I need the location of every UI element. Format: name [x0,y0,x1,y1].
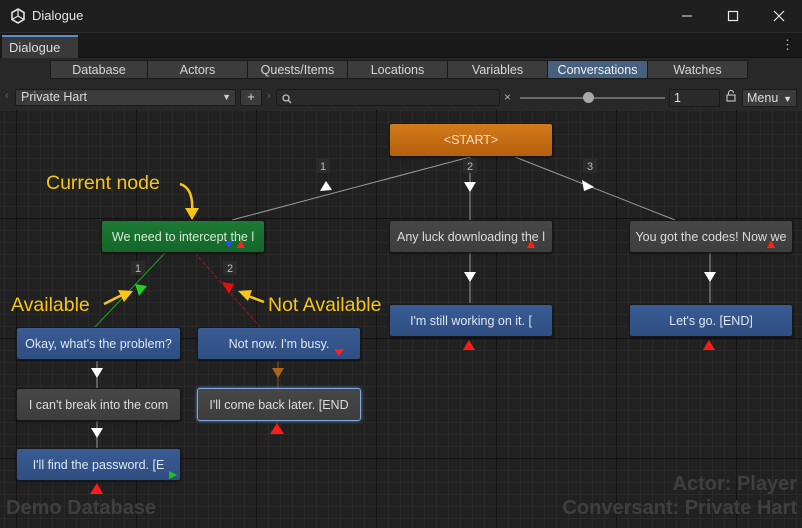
search-input[interactable] [276,89,500,106]
tab-variables[interactable]: Variables [447,60,548,79]
window-title: Dialogue [32,8,84,23]
tab-database[interactable]: Database [50,60,148,79]
actor-label: Actor: Player [672,473,798,495]
annotation-current-node: Current node [46,172,160,194]
maximize-button[interactable] [710,0,756,32]
lock-icon[interactable] [726,89,736,105]
chevron-left-icon[interactable]: ‹ [5,90,9,102]
editor-toolbar: Database Actors Quests/Items Locations V… [0,58,802,110]
maximize-icon [727,10,739,22]
unity-logo-icon [10,8,26,24]
editor-tab-strip: Dialogue ⋮ [0,32,802,58]
search-icon [282,92,292,107]
tab-dialogue[interactable]: Dialogue [2,35,78,58]
zoom-field[interactable]: 1 [669,89,720,107]
chevron-down-icon: ▼ [222,92,231,102]
clear-search-button[interactable]: × [504,90,511,104]
tab-locations[interactable]: Locations [347,60,448,79]
close-icon [773,10,785,22]
database-label: Demo Database [6,497,157,519]
marker-icon [225,241,233,248]
menu-label: Menu [747,91,779,105]
zoom-slider-handle[interactable] [582,92,594,103]
conversant-label: Conversant: Private Hart [562,497,797,519]
marker-icon [527,240,535,248]
marker-icon [237,240,245,248]
menu-button[interactable]: Menu ▼ [742,89,797,107]
window-titlebar: Dialogue [0,0,802,32]
tab-watches[interactable]: Watches [647,60,748,79]
zoom-slider[interactable] [520,92,665,103]
graph-canvas[interactable]: 1 2 3 1 2 <START> We need to intercept t… [0,110,802,528]
more-options-icon[interactable]: ⋮ [781,37,794,53]
conversation-select[interactable]: Private Hart ▼ [15,89,236,106]
marker-icon [767,240,775,248]
section-tabs: Database Actors Quests/Items Locations V… [50,60,748,79]
add-conversation-button[interactable]: + [240,89,262,106]
chevron-right-icon[interactable]: › [267,90,271,102]
marker-icon [334,349,344,356]
tab-actors[interactable]: Actors [147,60,248,79]
tab-conversations[interactable]: Conversations [547,60,648,79]
annotation-not-available: Not Available [268,294,382,316]
close-button[interactable] [756,0,802,32]
annotation-available: Available [11,294,90,316]
conversation-select-value: Private Hart [21,90,87,104]
minimize-button[interactable] [664,0,710,32]
minimize-icon [681,10,693,22]
marker-icon [169,471,177,479]
tab-quests-items[interactable]: Quests/Items [247,60,348,79]
chevron-down-icon: ▼ [783,94,792,104]
